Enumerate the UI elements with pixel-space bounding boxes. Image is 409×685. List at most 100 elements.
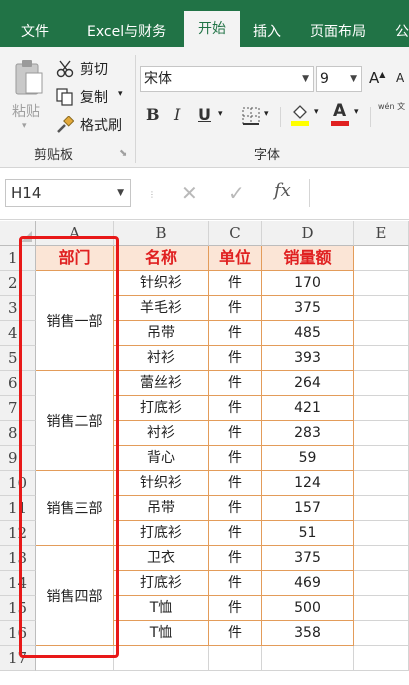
grid-cell[interactable] bbox=[354, 346, 409, 371]
table-cell[interactable]: 打底衫 bbox=[114, 571, 209, 596]
table-cell[interactable]: 件 bbox=[209, 396, 262, 421]
table-header-cell[interactable]: 名称 bbox=[114, 246, 209, 271]
font-size-select[interactable]: 9 ▼ bbox=[316, 66, 362, 92]
font-color-button[interactable]: A ▾ bbox=[330, 101, 366, 127]
grid-cell[interactable] bbox=[209, 646, 262, 671]
clipboard-launcher-icon[interactable]: ⬊ bbox=[119, 148, 127, 159]
shrink-font-button[interactable]: A bbox=[396, 71, 404, 85]
grid-cell[interactable] bbox=[354, 271, 409, 296]
row-header-13[interactable]: 13 bbox=[0, 546, 36, 571]
table-cell[interactable]: 件 bbox=[209, 521, 262, 546]
grid-cell[interactable] bbox=[354, 396, 409, 421]
tab-insert[interactable]: 插入 bbox=[253, 0, 281, 47]
table-cell[interactable]: 件 bbox=[209, 621, 262, 646]
table-cell[interactable]: 393 bbox=[262, 346, 354, 371]
table-cell[interactable]: 51 bbox=[262, 521, 354, 546]
row-header-5[interactable]: 5 bbox=[0, 346, 36, 371]
grid-cell[interactable] bbox=[354, 296, 409, 321]
row-header-11[interactable]: 11 bbox=[0, 496, 36, 521]
row-header-3[interactable]: 3 bbox=[0, 296, 36, 321]
row-header-8[interactable]: 8 bbox=[0, 421, 36, 446]
table-cell[interactable]: 打底衫 bbox=[114, 521, 209, 546]
table-cell[interactable]: T恤 bbox=[114, 596, 209, 621]
select-all-button[interactable] bbox=[0, 221, 36, 246]
italic-button[interactable]: I bbox=[174, 105, 180, 124]
table-cell[interactable]: 375 bbox=[262, 546, 354, 571]
row-header-16[interactable]: 16 bbox=[0, 621, 36, 646]
column-header-e[interactable]: E bbox=[354, 221, 409, 246]
table-cell[interactable]: 针织衫 bbox=[114, 471, 209, 496]
department-merged-cell[interactable]: 销售一部 bbox=[36, 271, 114, 371]
grid-cell[interactable] bbox=[354, 471, 409, 496]
tab-page-layout[interactable]: 页面布局 bbox=[310, 0, 366, 47]
grid-cell[interactable] bbox=[354, 371, 409, 396]
column-header-b[interactable]: B bbox=[114, 221, 209, 246]
department-merged-cell[interactable]: 销售三部 bbox=[36, 471, 114, 546]
copy-button[interactable]: 复制 ▾ bbox=[56, 87, 136, 109]
grid-cell[interactable] bbox=[354, 646, 409, 671]
row-header-2[interactable]: 2 bbox=[0, 271, 36, 296]
grid-cell[interactable] bbox=[354, 496, 409, 521]
row-header-17[interactable]: 17 bbox=[0, 646, 36, 671]
table-cell[interactable]: 背心 bbox=[114, 446, 209, 471]
table-cell[interactable]: 卫衣 bbox=[114, 546, 209, 571]
table-cell[interactable]: 件 bbox=[209, 271, 262, 296]
grid-cell[interactable] bbox=[354, 446, 409, 471]
border-button[interactable]: ▾ bbox=[242, 107, 276, 127]
worksheet-grid[interactable]: ABCDE 1 2 3 4 5 6 7 8 9 10 11 12 13 14 15 16 17 部门 名称 单位 销量… bbox=[0, 221, 409, 685]
table-cell[interactable]: 485 bbox=[262, 321, 354, 346]
grid-cell[interactable] bbox=[114, 646, 209, 671]
table-cell[interactable]: 59 bbox=[262, 446, 354, 471]
table-cell[interactable]: 421 bbox=[262, 396, 354, 421]
column-header-d[interactable]: D bbox=[262, 221, 354, 246]
copy-dropdown-icon[interactable]: ▾ bbox=[118, 89, 123, 99]
table-cell[interactable]: 件 bbox=[209, 571, 262, 596]
grid-cell[interactable] bbox=[354, 596, 409, 621]
row-header-6[interactable]: 6 bbox=[0, 371, 36, 396]
table-cell[interactable]: 124 bbox=[262, 471, 354, 496]
table-cell[interactable]: 衬衫 bbox=[114, 421, 209, 446]
format-painter-button[interactable]: 格式刷 bbox=[56, 115, 136, 137]
table-cell[interactable]: 羊毛衫 bbox=[114, 296, 209, 321]
table-cell[interactable]: 件 bbox=[209, 296, 262, 321]
row-header-4[interactable]: 4 bbox=[0, 321, 36, 346]
formula-input[interactable] bbox=[309, 179, 409, 207]
department-merged-cell[interactable]: 销售四部 bbox=[36, 546, 114, 646]
grid-cell[interactable] bbox=[354, 421, 409, 446]
column-header-a[interactable]: A bbox=[36, 221, 114, 246]
grow-font-button[interactable]: A▲ bbox=[369, 69, 385, 87]
row-header-15[interactable]: 15 bbox=[0, 596, 36, 621]
grid-cell[interactable] bbox=[354, 521, 409, 546]
fill-color-button[interactable]: ▾ bbox=[290, 103, 326, 127]
tab-file[interactable]: 文件 bbox=[21, 0, 49, 47]
grid-cell[interactable] bbox=[354, 246, 409, 271]
paste-button[interactable]: 粘贴 ▾ bbox=[8, 59, 48, 139]
table-cell[interactable]: 283 bbox=[262, 421, 354, 446]
table-cell[interactable]: 358 bbox=[262, 621, 354, 646]
table-cell[interactable]: 157 bbox=[262, 496, 354, 521]
name-box[interactable]: H14 ▼ bbox=[5, 179, 131, 207]
font-name-select[interactable]: 宋体 ▼ bbox=[140, 66, 314, 92]
table-cell[interactable]: 375 bbox=[262, 296, 354, 321]
table-cell[interactable]: 件 bbox=[209, 596, 262, 621]
table-cell[interactable]: 170 bbox=[262, 271, 354, 296]
table-cell[interactable]: 针织衫 bbox=[114, 271, 209, 296]
table-header-cell[interactable]: 销量额 bbox=[262, 246, 354, 271]
table-cell[interactable]: 件 bbox=[209, 346, 262, 371]
table-cell[interactable]: 件 bbox=[209, 471, 262, 496]
table-cell[interactable]: 蕾丝衫 bbox=[114, 371, 209, 396]
grid-cell[interactable] bbox=[354, 321, 409, 346]
table-cell[interactable]: 吊带 bbox=[114, 321, 209, 346]
tab-formulas[interactable]: 公 bbox=[395, 0, 409, 47]
grid-cell[interactable] bbox=[36, 646, 114, 671]
table-cell[interactable]: 469 bbox=[262, 571, 354, 596]
tab-excel-finance[interactable]: Excel与财务 bbox=[87, 0, 166, 47]
underline-button[interactable]: U bbox=[198, 105, 211, 124]
department-merged-cell[interactable]: 销售二部 bbox=[36, 371, 114, 471]
tab-home[interactable]: 开始 bbox=[184, 11, 240, 47]
underline-dropdown-icon[interactable]: ▾ bbox=[218, 109, 223, 119]
table-cell[interactable]: 件 bbox=[209, 546, 262, 571]
paste-dropdown-icon[interactable]: ▾ bbox=[22, 121, 27, 131]
table-cell[interactable]: 件 bbox=[209, 496, 262, 521]
cut-button[interactable]: 剪切 bbox=[56, 59, 136, 81]
